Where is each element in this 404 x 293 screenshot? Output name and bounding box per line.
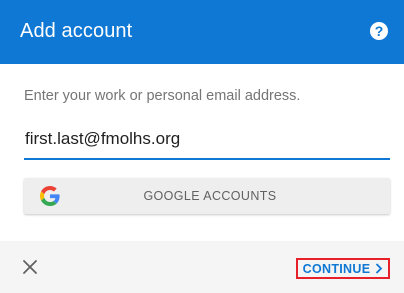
help-icon[interactable]: ?: [370, 22, 388, 40]
app-header: Add account ?: [0, 0, 404, 64]
bottom-action-bar: CONTINUE: [0, 241, 404, 293]
continue-button[interactable]: CONTINUE: [296, 258, 390, 279]
continue-label: CONTINUE: [302, 261, 371, 276]
email-field[interactable]: [24, 124, 390, 160]
google-accounts-label: GOOGLE ACCOUNTS: [143, 189, 277, 203]
chevron-right-icon: [376, 263, 383, 274]
page-title: Add account: [20, 20, 133, 42]
close-icon[interactable]: [22, 259, 38, 275]
google-accounts-button[interactable]: GOOGLE ACCOUNTS: [24, 178, 390, 214]
email-instruction: Enter your work or personal email addres…: [24, 88, 301, 104]
